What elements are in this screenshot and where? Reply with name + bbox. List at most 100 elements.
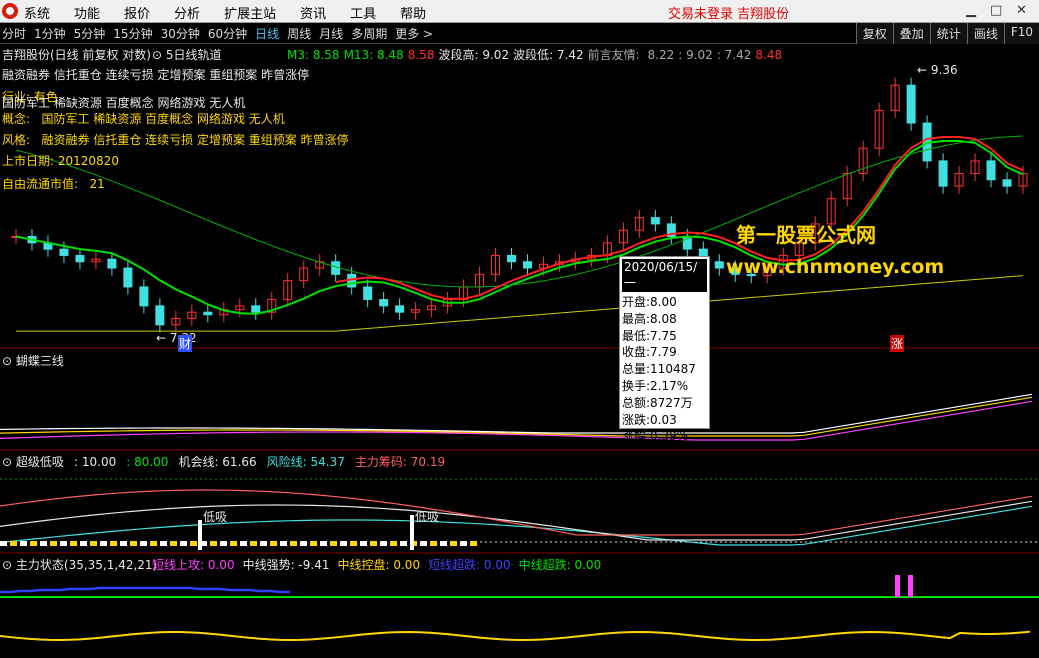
super-dip-value-0: : 10.00 — [74, 455, 117, 469]
indicator-selector[interactable]: ⊙ 5日线轨道 — [152, 46, 222, 63]
dip-bar — [320, 541, 327, 546]
short-attack-bar-1 — [895, 575, 900, 597]
dip-bar — [290, 541, 297, 546]
ma-readout-3: 波段高: 9.02 — [438, 48, 510, 62]
dip-marker-1 — [198, 520, 202, 550]
dip-bar — [210, 541, 217, 546]
ma-readouts: M3: 8.58 M13: 8.48 8.58 波段高: 9.02 波段低: 7.42 前… — [287, 46, 786, 63]
ma-readout-9: 8.48 — [755, 48, 783, 62]
dip-bar — [240, 541, 247, 546]
dip-bar — [30, 541, 37, 546]
dip-bar — [140, 541, 147, 546]
candle-body — [938, 160, 948, 187]
free-float-cap: 自由流通市值: 21 — [2, 177, 105, 191]
super-dip-value-1: : 80.00 — [126, 455, 169, 469]
financial-badge[interactable]: 财 — [178, 335, 193, 352]
ma-readout-2: 8.58 — [407, 48, 435, 62]
dip-bar — [40, 541, 47, 546]
dip-marker-label-2: 低吸 — [415, 510, 440, 524]
ma-readout-4: 波段低: 7.42 — [513, 48, 584, 62]
dip-bar — [170, 541, 177, 546]
dip-bar — [80, 541, 87, 546]
dip-bar — [150, 541, 157, 546]
short-oversold-line — [0, 586, 290, 594]
main-force-values: 短线上攻: 0.00 中线强势: -9.41 中线控盘: 0.00 短线超跌: 0.0… — [152, 556, 609, 573]
dip-bar — [100, 541, 107, 546]
dip-bar — [60, 541, 67, 546]
candle-body — [379, 299, 389, 307]
chance-line — [0, 500, 1033, 541]
dip-bar — [450, 541, 457, 546]
dip-bar — [10, 541, 17, 546]
candle-info-tooltip: 2020/06/15/一 开盘:8.00 最高:8.08 最低:7.75 收盘:… — [619, 256, 710, 443]
ma-readout-1: M13: 8.48 — [343, 48, 404, 62]
dip-bar — [230, 541, 237, 546]
candle-body — [1002, 179, 1012, 187]
tooltip-low: 最低:7.75 — [622, 328, 677, 343]
concept-label: 概念: 国防军工 稀缺资源 百度概念 网络游戏 无人机 — [2, 112, 285, 126]
super-dip-value-4: 主力筹码: 70.19 — [354, 455, 446, 469]
dip-bar — [460, 541, 467, 546]
dip-bar — [330, 541, 337, 546]
main-force-panel-title[interactable]: ⊙ 主力状态(35,35,1,42,21) — [2, 556, 157, 573]
tooltip-volume: 总量:110487 — [622, 362, 696, 377]
indicator-name: 5日线轨道 — [165, 48, 222, 62]
candle-body — [395, 305, 405, 313]
dip-bar — [160, 541, 167, 546]
candle-body — [75, 254, 85, 263]
tooltip-change: 涨跌:0.03 — [622, 412, 677, 427]
butterfly-panel-title[interactable]: ⊙ 蝴蝶三线 — [2, 352, 64, 369]
candle-body — [59, 248, 69, 256]
butterfly-line-yellow — [0, 396, 1033, 437]
dip-bar — [0, 541, 7, 546]
dip-bar — [90, 541, 97, 546]
watermark-title: 第一股票公式网 — [736, 223, 876, 247]
candle-body — [155, 305, 165, 326]
circle-chevron-icon: ⊙ — [2, 558, 13, 572]
candle-body — [139, 286, 149, 307]
dip-bar — [110, 541, 117, 546]
super-dip-panel-title[interactable]: ⊙ 超级低吸 — [2, 453, 64, 470]
dip-bar — [370, 541, 377, 546]
mid-control-line — [0, 630, 1031, 641]
dip-bar — [270, 541, 277, 546]
candle-body — [906, 84, 916, 124]
candle-body — [123, 267, 133, 288]
candle-body — [650, 217, 660, 225]
dip-bar — [130, 541, 137, 546]
tooltip-close: 收盘:7.79 — [622, 345, 677, 360]
dip-bar — [360, 541, 367, 546]
candle-body — [522, 261, 532, 269]
ma-readout-8: : 7.42 — [716, 48, 752, 62]
ma-readout-7: : 9.02 — [678, 48, 713, 62]
main-force-value-2: 中线控盘: 0.00 — [337, 558, 421, 572]
main-force-value-4: 中线超跌: 0.00 — [518, 558, 602, 572]
dip-bar — [250, 541, 257, 546]
dip-bar — [190, 541, 197, 546]
ma-readout-0: M3: 8.58 — [287, 48, 340, 62]
concept-line-white: 国防军工 稀缺资源 百度概念 网络游戏 无人机 — [2, 96, 246, 110]
tooltip-high: 最高:8.08 — [622, 311, 677, 326]
ma-readout-5: 前言友情: — [587, 48, 644, 62]
chart-title: 吉翔股份(日线 前复权 对数) — [2, 48, 151, 62]
dip-bar — [350, 541, 357, 546]
risk-line — [0, 505, 1033, 546]
dip-bar — [380, 541, 387, 546]
main-force-value-3: 短线超跌: 0.00 — [428, 558, 511, 572]
dip-bar — [420, 541, 427, 546]
super-dip-value-3: 风险线: 54.37 — [266, 455, 345, 469]
tooltip-turnover: 换手:2.17% — [622, 378, 689, 393]
candle-body — [507, 254, 517, 263]
tooltip-date: 2020/06/15/一 — [621, 258, 708, 293]
watermark-url: www.chnmoney.com — [726, 256, 945, 278]
limit-up-badge[interactable]: 涨 — [890, 335, 905, 352]
dip-bar — [180, 541, 187, 546]
circle-chevron-icon: ⊙ — [152, 48, 163, 62]
tooltip-change-pct: 涨幅:0.39% — [622, 429, 689, 444]
dip-bar — [430, 541, 437, 546]
dip-bar — [20, 541, 27, 546]
dip-bar — [390, 541, 397, 546]
candle-body — [363, 286, 373, 301]
super-dip-values: : 10.00: 80.00 机会线: 61.66 风险线: 54.37 主力筹码: … — [74, 453, 455, 470]
candle-body — [203, 311, 213, 316]
